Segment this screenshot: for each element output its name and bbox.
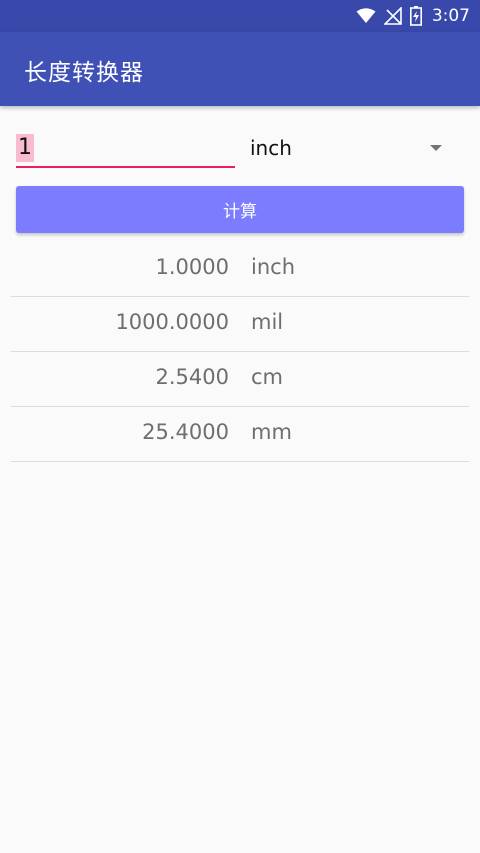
result-value: 1000.0000	[115, 310, 229, 334]
result-row: 1000.0000 mil	[11, 297, 469, 352]
app-title: 长度转换器	[24, 60, 144, 86]
result-value: 1.0000	[155, 255, 229, 279]
result-row: 1.0000 inch	[11, 242, 469, 297]
status-bar: 3:07	[0, 0, 480, 32]
unit-dropdown[interactable]: inch	[250, 128, 450, 168]
length-input-value[interactable]: 1	[16, 134, 34, 162]
wifi-icon	[356, 8, 376, 24]
battery-charging-icon	[409, 6, 422, 26]
app-bar: 长度转换器	[0, 32, 480, 106]
selected-unit[interactable]: inch	[250, 136, 292, 160]
result-unit: mil	[251, 310, 284, 334]
clock: 3:07	[431, 6, 470, 26]
status-icons: 3:07	[356, 0, 470, 32]
dropdown-arrow-icon[interactable]	[430, 145, 442, 151]
result-row: 2.5400 cm	[11, 352, 469, 407]
result-unit: inch	[251, 255, 295, 279]
result-value: 2.5400	[155, 365, 229, 389]
result-unit: mm	[251, 420, 292, 444]
result-value: 25.4000	[142, 420, 229, 444]
result-unit: cm	[251, 365, 284, 389]
length-input[interactable]: 1	[16, 128, 235, 168]
no-signal-icon	[383, 7, 402, 25]
input-underline	[16, 166, 235, 168]
result-row: 25.4000 mm	[11, 407, 469, 462]
calculate-button[interactable]: 计算	[16, 186, 464, 233]
results-list: 1.0000 inch 1000.0000 mil 2.5400 cm 25.4…	[11, 242, 469, 462]
